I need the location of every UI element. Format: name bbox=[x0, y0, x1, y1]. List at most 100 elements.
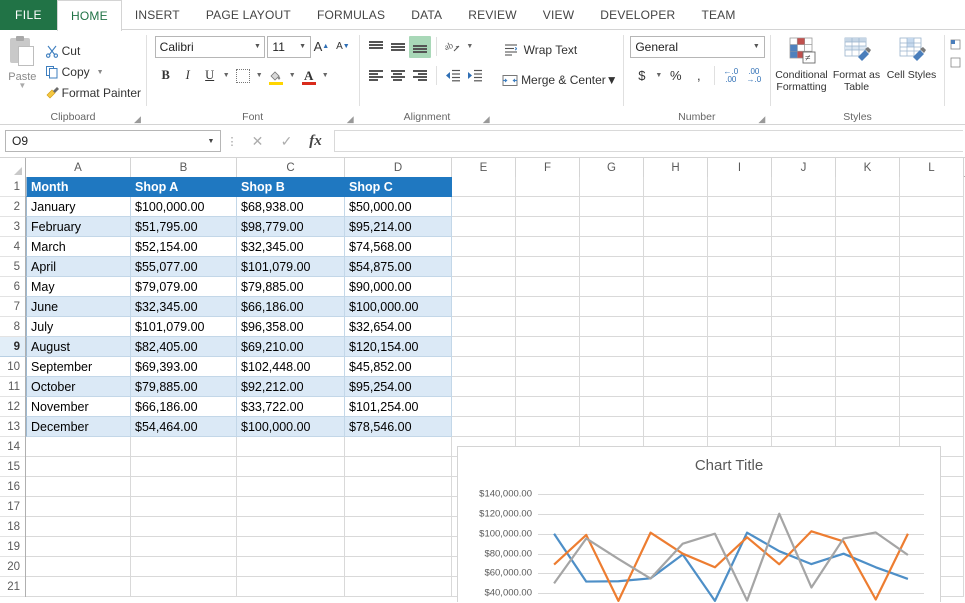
delete-cells-button[interactable] bbox=[950, 54, 960, 72]
cell-I6[interactable] bbox=[708, 277, 772, 297]
cell-G10[interactable] bbox=[580, 357, 644, 377]
orientation-dropdown-caret-icon[interactable]: ▼ bbox=[464, 43, 475, 50]
cell-L2[interactable] bbox=[900, 197, 964, 217]
cell-E9[interactable] bbox=[452, 337, 516, 357]
cell-L5[interactable] bbox=[900, 257, 964, 277]
chevron-down-icon[interactable]: ▼ bbox=[748, 43, 764, 50]
cell-I3[interactable] bbox=[708, 217, 772, 237]
cell-I12[interactable] bbox=[708, 397, 772, 417]
cell-I5[interactable] bbox=[708, 257, 772, 277]
align-left-button[interactable] bbox=[365, 65, 387, 87]
cell-G2[interactable] bbox=[580, 197, 644, 217]
copy-button[interactable]: Copy ▼ bbox=[43, 62, 141, 83]
cell-D12[interactable]: $101,254.00 bbox=[345, 397, 452, 417]
cell-F12[interactable] bbox=[516, 397, 580, 417]
cell-J1[interactable] bbox=[772, 177, 836, 197]
cell-A20[interactable] bbox=[26, 557, 131, 577]
row-header-21[interactable]: 21 bbox=[0, 577, 25, 597]
cell-H9[interactable] bbox=[644, 337, 708, 357]
cell-G9[interactable] bbox=[580, 337, 644, 357]
font-size-combo[interactable]: 11 ▼ bbox=[267, 36, 310, 58]
cell-L11[interactable] bbox=[900, 377, 964, 397]
decrease-font-size-button[interactable]: A▼ bbox=[332, 36, 354, 58]
cell-D4[interactable]: $74,568.00 bbox=[345, 237, 452, 257]
column-header-K[interactable]: K bbox=[836, 158, 900, 177]
cell-D16[interactable] bbox=[345, 477, 452, 497]
font-color-dropdown-caret-icon[interactable]: ▼ bbox=[320, 72, 331, 79]
column-header-L[interactable]: L bbox=[900, 158, 964, 177]
row-header-19[interactable]: 19 bbox=[0, 537, 25, 557]
decrease-decimal-button[interactable]: .00→.0 bbox=[742, 65, 765, 87]
cell-K1[interactable] bbox=[836, 177, 900, 197]
cell-K13[interactable] bbox=[836, 417, 900, 437]
cell-G11[interactable] bbox=[580, 377, 644, 397]
cell-A16[interactable] bbox=[26, 477, 131, 497]
cell-G4[interactable] bbox=[580, 237, 644, 257]
italic-button[interactable]: I bbox=[177, 65, 199, 87]
cell-E8[interactable] bbox=[452, 317, 516, 337]
cell-H5[interactable] bbox=[644, 257, 708, 277]
cell-B4[interactable]: $52,154.00 bbox=[131, 237, 237, 257]
cell-K5[interactable] bbox=[836, 257, 900, 277]
cell-I7[interactable] bbox=[708, 297, 772, 317]
column-header-J[interactable]: J bbox=[772, 158, 836, 177]
cell-C6[interactable]: $79,885.00 bbox=[237, 277, 345, 297]
cell-F8[interactable] bbox=[516, 317, 580, 337]
cell-B9[interactable]: $82,405.00 bbox=[131, 337, 237, 357]
cell-D20[interactable] bbox=[345, 557, 452, 577]
row-header-18[interactable]: 18 bbox=[0, 517, 25, 537]
merge-center-button[interactable]: Merge & Center ▼ bbox=[500, 68, 618, 92]
cell-H11[interactable] bbox=[644, 377, 708, 397]
cell-G7[interactable] bbox=[580, 297, 644, 317]
copy-dropdown-caret-icon[interactable]: ▼ bbox=[97, 69, 104, 76]
cell-D11[interactable]: $95,254.00 bbox=[345, 377, 452, 397]
row-header-1[interactable]: 1 bbox=[0, 177, 25, 197]
font-name-combo[interactable]: Calibri ▼ bbox=[155, 36, 266, 58]
cell-G5[interactable] bbox=[580, 257, 644, 277]
cell-B14[interactable] bbox=[131, 437, 237, 457]
increase-decimal-button[interactable]: ←.0.00 bbox=[719, 65, 742, 87]
cell-D10[interactable]: $45,852.00 bbox=[345, 357, 452, 377]
percent-format-button[interactable]: % bbox=[664, 65, 687, 87]
cell-L10[interactable] bbox=[900, 357, 964, 377]
cell-F2[interactable] bbox=[516, 197, 580, 217]
tab-review[interactable]: REVIEW bbox=[455, 0, 530, 30]
cell-D8[interactable]: $32,654.00 bbox=[345, 317, 452, 337]
cell-D1[interactable]: Shop C bbox=[345, 177, 452, 197]
cell-A19[interactable] bbox=[26, 537, 131, 557]
cell-E10[interactable] bbox=[452, 357, 516, 377]
chevron-down-icon[interactable]: ▼ bbox=[296, 37, 310, 57]
cell-I1[interactable] bbox=[708, 177, 772, 197]
align-bottom-button[interactable] bbox=[409, 36, 431, 58]
tab-page-layout[interactable]: PAGE LAYOUT bbox=[193, 0, 304, 30]
cell-B5[interactable]: $55,077.00 bbox=[131, 257, 237, 277]
chevron-down-icon[interactable]: ▼ bbox=[250, 37, 264, 57]
merge-dropdown-caret-icon[interactable]: ▼ bbox=[606, 73, 618, 87]
cell-H1[interactable] bbox=[644, 177, 708, 197]
cell-B11[interactable]: $79,885.00 bbox=[131, 377, 237, 397]
font-dialog-launcher[interactable]: ◢ bbox=[346, 115, 355, 124]
orientation-button[interactable]: ab bbox=[442, 36, 464, 58]
cell-C5[interactable]: $101,079.00 bbox=[237, 257, 345, 277]
cell-C9[interactable]: $69,210.00 bbox=[237, 337, 345, 357]
cell-C13[interactable]: $100,000.00 bbox=[237, 417, 345, 437]
cell-I10[interactable] bbox=[708, 357, 772, 377]
cell-G12[interactable] bbox=[580, 397, 644, 417]
column-header-I[interactable]: I bbox=[708, 158, 772, 177]
cell-I11[interactable] bbox=[708, 377, 772, 397]
cell-F11[interactable] bbox=[516, 377, 580, 397]
cell-K10[interactable] bbox=[836, 357, 900, 377]
cell-H8[interactable] bbox=[644, 317, 708, 337]
row-header-10[interactable]: 10 bbox=[0, 357, 25, 377]
paste-button[interactable]: Paste ▼ bbox=[5, 34, 40, 110]
cell-E1[interactable] bbox=[452, 177, 516, 197]
cell-G3[interactable] bbox=[580, 217, 644, 237]
cell-C8[interactable]: $96,358.00 bbox=[237, 317, 345, 337]
cell-B12[interactable]: $66,186.00 bbox=[131, 397, 237, 417]
row-header-7[interactable]: 7 bbox=[0, 297, 25, 317]
cell-D3[interactable]: $95,214.00 bbox=[345, 217, 452, 237]
cell-C1[interactable]: Shop B bbox=[237, 177, 345, 197]
cell-D18[interactable] bbox=[345, 517, 452, 537]
cell-C17[interactable] bbox=[237, 497, 345, 517]
row-header-3[interactable]: 3 bbox=[0, 217, 25, 237]
